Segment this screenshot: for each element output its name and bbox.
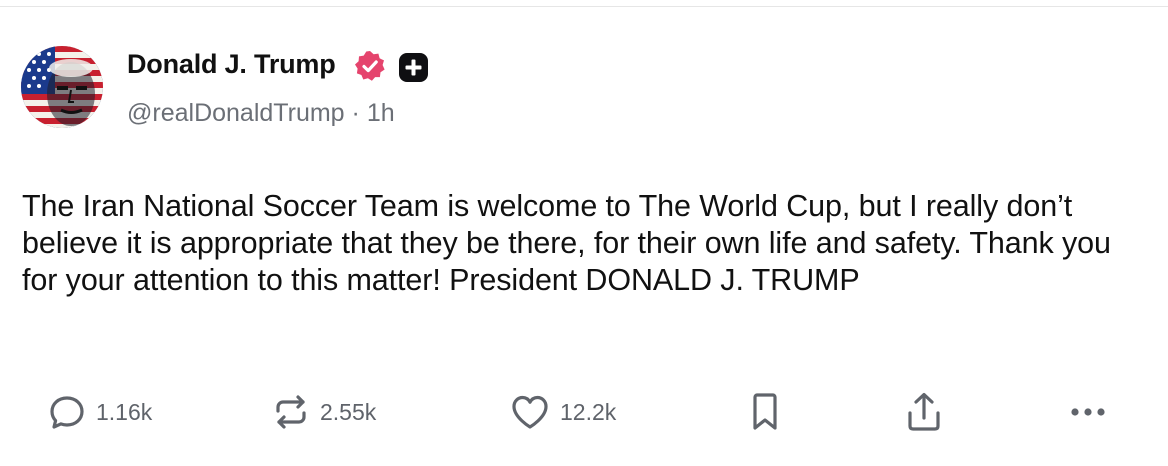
reply-icon bbox=[50, 396, 84, 429]
author-handle-line: @realDonaldTrump · 1h bbox=[127, 99, 395, 128]
verified-badge-icon bbox=[355, 51, 385, 81]
repost-button[interactable]: 2.55k bbox=[272, 390, 376, 434]
post-time[interactable]: 1h bbox=[367, 99, 395, 127]
more-icon bbox=[1071, 408, 1105, 416]
reply-count: 1.16k bbox=[96, 398, 153, 425]
reply-button[interactable]: 1.16k bbox=[48, 390, 152, 434]
avatar-image bbox=[21, 46, 103, 128]
more-options-button[interactable] bbox=[1068, 390, 1108, 434]
like-button[interactable]: 12.2k bbox=[510, 390, 616, 434]
author-name[interactable]: Donald J. Trump bbox=[127, 49, 336, 80]
post-body-text: The Iran National Soccer Team is welcome… bbox=[22, 189, 1111, 297]
share-button[interactable] bbox=[905, 390, 943, 434]
like-count: 12.2k bbox=[560, 398, 617, 425]
bookmark-button[interactable] bbox=[749, 390, 781, 434]
post-card: Donald J. Trump @realDonaldTrump · 1h Th… bbox=[0, 0, 1168, 466]
meta-separator: · bbox=[351, 99, 360, 127]
post-actions: 1.16k 2.55k 12.2k bbox=[0, 390, 1168, 434]
avatar[interactable] bbox=[21, 46, 103, 128]
author-handle[interactable]: @realDonaldTrump bbox=[127, 99, 345, 127]
heart-icon bbox=[512, 395, 548, 429]
repost-icon bbox=[276, 395, 306, 429]
share-icon bbox=[908, 392, 940, 431]
repost-count: 2.55k bbox=[320, 398, 377, 425]
bookmark-icon bbox=[753, 393, 777, 430]
plus-badge-icon bbox=[399, 53, 428, 82]
